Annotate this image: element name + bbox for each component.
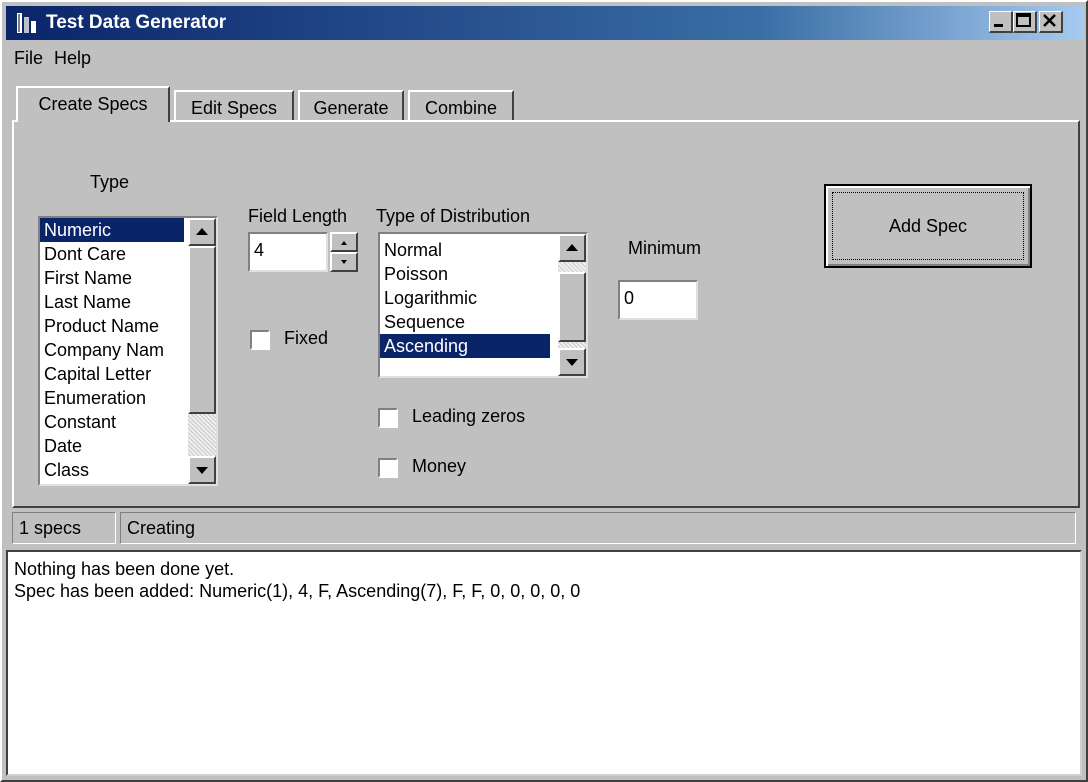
title-bar[interactable]: Test Data Generator xyxy=(6,6,1084,40)
leading-zeros-label: Leading zeros xyxy=(412,406,526,426)
scroll-down-arrow-icon xyxy=(566,359,578,366)
add-spec-button[interactable]: Add Spec xyxy=(824,184,1032,268)
type-list-item[interactable]: Last Name xyxy=(40,290,184,314)
fixed-checkbox[interactable] xyxy=(250,330,270,350)
minimum-input[interactable]: 0 xyxy=(618,280,698,320)
minimum-label: Minimum xyxy=(628,238,702,258)
distribution-list-item[interactable]: Ascending xyxy=(380,334,550,358)
scroll-up-button[interactable] xyxy=(188,218,216,246)
field-length-label: Field Length xyxy=(248,206,348,226)
menu-help[interactable]: Help xyxy=(54,48,91,69)
spin-down-icon xyxy=(341,260,347,264)
type-list-item[interactable]: Dont Care xyxy=(40,242,184,266)
minimum-value: 0 xyxy=(624,288,635,308)
type-list-item[interactable]: First Name xyxy=(40,266,184,290)
type-scrollbar[interactable] xyxy=(188,218,216,484)
spin-up-button[interactable] xyxy=(330,232,358,252)
close-button[interactable] xyxy=(1039,11,1063,33)
create-specs-panel: Type Numeric Dont Care First Name Last Name… xyxy=(12,120,1080,508)
tab-create-specs[interactable]: Create Specs xyxy=(16,86,170,122)
type-list-item[interactable]: Class xyxy=(40,458,184,482)
maximize-icon xyxy=(1016,13,1031,27)
type-list-item[interactable]: Product Name xyxy=(40,314,184,338)
type-list-item[interactable]: Capital Letter xyxy=(40,362,184,386)
fixed-label: Fixed xyxy=(284,328,329,348)
tab-combine[interactable]: Combine xyxy=(408,90,514,122)
type-label: Type xyxy=(90,172,130,192)
type-list-item[interactable]: Constant xyxy=(40,410,184,434)
window-title: Test Data Generator xyxy=(46,12,227,33)
scroll-up-arrow-icon xyxy=(196,228,208,235)
type-listbox[interactable]: Numeric Dont Care First Name Last Name Produ… xyxy=(38,216,218,486)
spin-up-icon xyxy=(341,241,347,245)
scroll-up-arrow-icon xyxy=(566,244,578,251)
tab-edit-specs[interactable]: Edit Specs xyxy=(174,90,294,122)
focus-ring xyxy=(832,192,1024,260)
dist-scroll-up-button[interactable] xyxy=(558,234,586,262)
main-window: Test Data Generator File Help Create Spe… xyxy=(0,0,1088,782)
minimize-icon xyxy=(994,24,1003,27)
type-list-item[interactable]: Numeric xyxy=(40,218,184,242)
scroll-thumb[interactable] xyxy=(188,246,216,414)
minimize-button[interactable] xyxy=(989,11,1013,33)
tab-generate[interactable]: Generate xyxy=(298,90,404,122)
distribution-label: Type of Distribution xyxy=(376,206,531,226)
field-length-input[interactable]: 4 xyxy=(248,232,328,272)
log-line: Spec has been added: Numeric(1), 4, F, A… xyxy=(14,581,581,601)
type-list-item[interactable]: Company Nam xyxy=(40,338,184,362)
log-line: Nothing has been done yet. xyxy=(14,559,235,579)
money-label: Money xyxy=(412,456,467,476)
field-length-value: 4 xyxy=(254,240,265,260)
type-list-item[interactable]: Date xyxy=(40,434,184,458)
status-spec-count: 1 specs xyxy=(12,512,116,544)
dist-scroll-down-button[interactable] xyxy=(558,348,586,376)
dist-scroll-thumb[interactable] xyxy=(558,272,586,342)
distribution-list-item[interactable]: Poisson xyxy=(380,262,550,286)
leading-zeros-checkbox[interactable] xyxy=(378,408,398,428)
distribution-list-item[interactable]: Normal xyxy=(380,238,550,262)
distribution-list-item[interactable]: Logarithmic xyxy=(380,286,550,310)
maximize-button[interactable] xyxy=(1013,11,1037,33)
app-icon xyxy=(17,13,36,33)
type-list-item[interactable]: Enumeration xyxy=(40,386,184,410)
distribution-list-items: Normal Poisson Logarithmic Sequence Ascendin… xyxy=(380,234,586,358)
close-icon xyxy=(1043,14,1056,27)
distribution-listbox[interactable]: Normal Poisson Logarithmic Sequence Ascendin… xyxy=(378,232,588,378)
money-checkbox[interactable] xyxy=(378,458,398,478)
scroll-down-button[interactable] xyxy=(188,456,216,484)
distribution-scrollbar[interactable] xyxy=(558,234,586,376)
distribution-list-item[interactable]: Sequence xyxy=(380,310,550,334)
status-bar: 1 specs Creating xyxy=(12,512,1078,546)
log-output[interactable]: Nothing has been done yet. Spec has been… xyxy=(6,550,1082,776)
scroll-down-arrow-icon xyxy=(196,467,208,474)
status-mode: Creating xyxy=(120,512,1076,544)
menu-file[interactable]: File xyxy=(14,48,43,69)
spin-down-button[interactable] xyxy=(330,252,358,272)
